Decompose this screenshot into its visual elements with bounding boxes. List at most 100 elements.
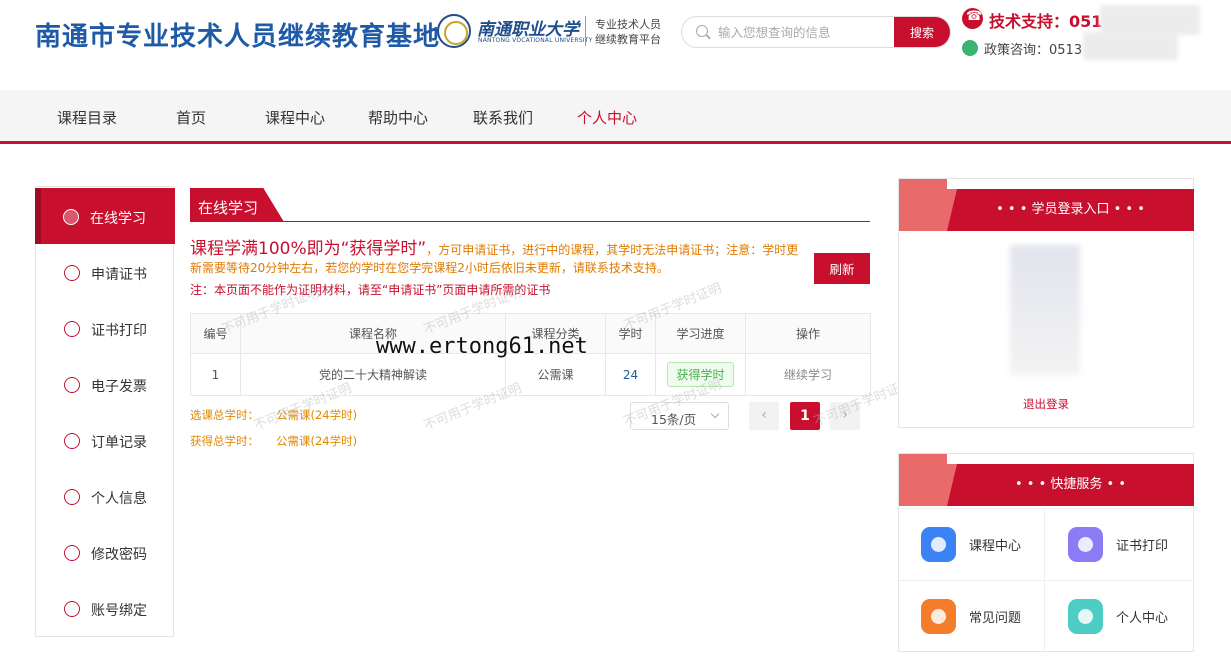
tech-support-phone: 技术支持：051 xyxy=(989,12,1103,31)
search-input[interactable] xyxy=(718,17,893,47)
document-icon xyxy=(64,433,80,449)
question-icon xyxy=(921,599,956,634)
notice-warning: 注：本页面不能作为证明材料，请至“申请证书”页面申请所需的证书 xyxy=(190,283,551,297)
column-header: 编号 xyxy=(190,313,241,354)
sidebar-item-order-records[interactable]: 订单记录 xyxy=(36,412,175,468)
sidebar-item-apply-certificate[interactable]: 申请证书 xyxy=(36,244,175,300)
nav-contact-us[interactable]: 联系我们 xyxy=(473,107,533,128)
obtained-hours-stat: 获得总学时： 公需课(24学时) xyxy=(190,433,357,449)
stat-label: 获得总学时： xyxy=(190,434,259,448)
printer-icon xyxy=(1068,527,1103,562)
logout-link[interactable]: 退出登录 xyxy=(898,396,1194,412)
page-size-value: 15条/页 xyxy=(651,412,697,427)
panel-title: • • • 学员登录入口 • • • xyxy=(996,202,1145,217)
search-box: 搜索 xyxy=(681,16,951,48)
quick-course-center[interactable]: 课程中心 xyxy=(899,508,1045,580)
sidebar-item-label: 账号绑定 xyxy=(91,603,147,619)
sidebar-item-label: 修改密码 xyxy=(91,547,147,563)
sidebar-item-label: 个人信息 xyxy=(91,491,147,507)
pen-icon xyxy=(64,265,80,281)
redacted-phone-blur xyxy=(1083,32,1178,60)
quick-print-certificate[interactable]: 证书打印 xyxy=(1046,508,1192,580)
link-icon xyxy=(64,601,80,617)
search-button[interactable]: 搜索 xyxy=(894,17,950,47)
page-size-select[interactable]: 15条/页 xyxy=(630,402,729,430)
cell-hours: 24 xyxy=(605,353,656,396)
hanger-icon xyxy=(899,179,947,231)
site-header: 南通市专业技术人员继续教育基地 南通职业大学 NANTONG VOCATIONA… xyxy=(0,0,1231,90)
cell-course-name: 党的二十大精神解读 xyxy=(240,353,506,396)
sidebar-item-e-invoice[interactable]: 电子发票 xyxy=(36,356,175,412)
cell-progress: 获得学时 xyxy=(655,353,746,396)
cell-category: 公需课 xyxy=(505,353,606,396)
phone-icon xyxy=(962,8,983,29)
selected-hours-stat: 选课总学时： 公需课(24学时) xyxy=(190,407,357,423)
panel-header: • • • 快捷服务 • • xyxy=(899,454,1195,506)
column-header: 课程名称 xyxy=(240,313,506,354)
section-header: 在线学习 xyxy=(190,188,870,222)
nav-help-center[interactable]: 帮助中心 xyxy=(368,107,428,128)
quick-faq[interactable]: 常见问题 xyxy=(899,580,1045,652)
cell-action[interactable]: 继续学习 xyxy=(745,353,871,396)
sidebar-item-account-binding[interactable]: 账号绑定 xyxy=(36,580,175,636)
sidebar-item-label: 证书打印 xyxy=(91,323,147,339)
column-header: 学时 xyxy=(605,313,656,354)
chevron-down-icon xyxy=(710,409,720,419)
next-page-button[interactable]: › xyxy=(830,402,860,430)
sidebar-item-label: 申请证书 xyxy=(91,267,147,283)
quick-service-panel: • • • 快捷服务 • • 课程中心 证书打印 常见问题 个人中心 xyxy=(898,453,1194,652)
sidebar-item-change-password[interactable]: 修改密码 xyxy=(36,524,175,580)
nav-home[interactable]: 首页 xyxy=(176,107,206,128)
main-nav: 课程目录 首页 课程中心 帮助中心 联系我们 个人中心 xyxy=(0,90,1231,144)
nav-personal-center[interactable]: 个人中心 xyxy=(577,107,637,128)
sidebar-item-personal-info[interactable]: 个人信息 xyxy=(36,468,175,524)
notice-text: 课程学满100%即为“获得学时”，方可申请证书，进行中的课程，其学时无法申请证书… xyxy=(190,240,800,277)
university-name-en: NANTONG VOCATIONAL UNIVERSITY xyxy=(478,37,593,44)
sidebar-item-label: 在线学习 xyxy=(90,211,146,227)
quick-item-label: 常见问题 xyxy=(969,611,1022,626)
quick-item-label: 证书打印 xyxy=(1116,539,1169,554)
sidebar-item-online-learning[interactable]: 在线学习 xyxy=(35,188,175,244)
search-icon xyxy=(696,25,708,37)
course-icon xyxy=(921,527,956,562)
stat-value: 公需课(24学时) xyxy=(276,434,358,448)
progress-badge: 获得学时 xyxy=(667,362,734,387)
panel-header: • • • 学员登录入口 • • • xyxy=(899,179,1195,231)
sidebar-item-label: 订单记录 xyxy=(91,435,147,451)
sidebar: 在线学习 申请证书 证书打印 电子发票 订单记录 个人信息 修改密码 账号绑定 xyxy=(35,186,175,637)
section-title: 在线学习 xyxy=(190,188,284,222)
quick-personal-center[interactable]: 个人中心 xyxy=(1046,580,1192,652)
link-icon xyxy=(64,377,80,393)
table-header-row: 编号 课程名称 课程分类 学时 学习进度 操作 xyxy=(190,313,871,354)
quick-item-label: 个人中心 xyxy=(1116,611,1169,626)
logo-divider xyxy=(585,16,586,46)
chat-icon xyxy=(1068,599,1103,634)
policy-consult-phone: 政策咨询：0513 xyxy=(984,43,1083,58)
stat-value: 公需课(24学时) xyxy=(276,408,358,422)
chat-icon xyxy=(962,40,978,56)
column-header: 操作 xyxy=(745,313,871,354)
platform-name-line1: 专业技术人员 xyxy=(595,18,661,31)
site-title[interactable]: 南通市专业技术人员继续教育基地 xyxy=(35,16,440,53)
lock-icon xyxy=(64,545,80,561)
grid-icon xyxy=(899,454,947,506)
monitor-icon xyxy=(63,209,79,225)
quick-item-label: 课程中心 xyxy=(969,539,1022,554)
course-table: 编号 课程名称 课程分类 学时 学习进度 操作 1 党的二十大精神解读 公需课 … xyxy=(190,313,871,396)
notice-highlight: 课程学满100%即为“获得学时” xyxy=(190,239,427,259)
printer-icon xyxy=(64,321,80,337)
sidebar-item-label: 电子发票 xyxy=(91,379,147,395)
page-number-button[interactable]: 1 xyxy=(790,402,820,430)
panel-title: • • • 快捷服务 • • xyxy=(1014,477,1126,492)
sidebar-item-print-certificate[interactable]: 证书打印 xyxy=(36,300,175,356)
nav-course-center[interactable]: 课程中心 xyxy=(265,107,325,128)
table-row: 1 党的二十大精神解读 公需课 24 获得学时 继续学习 xyxy=(190,353,871,396)
prev-page-button[interactable]: ‹ xyxy=(749,402,779,430)
platform-name-line2: 继续教育平台 xyxy=(595,33,661,46)
column-header: 学习进度 xyxy=(655,313,746,354)
stat-label: 选课总学时： xyxy=(190,408,259,422)
refresh-button[interactable]: 刷新 xyxy=(814,253,870,284)
cell-no: 1 xyxy=(190,353,241,396)
nav-course-catalog[interactable]: 课程目录 xyxy=(57,107,117,128)
university-logo-icon xyxy=(437,14,471,48)
